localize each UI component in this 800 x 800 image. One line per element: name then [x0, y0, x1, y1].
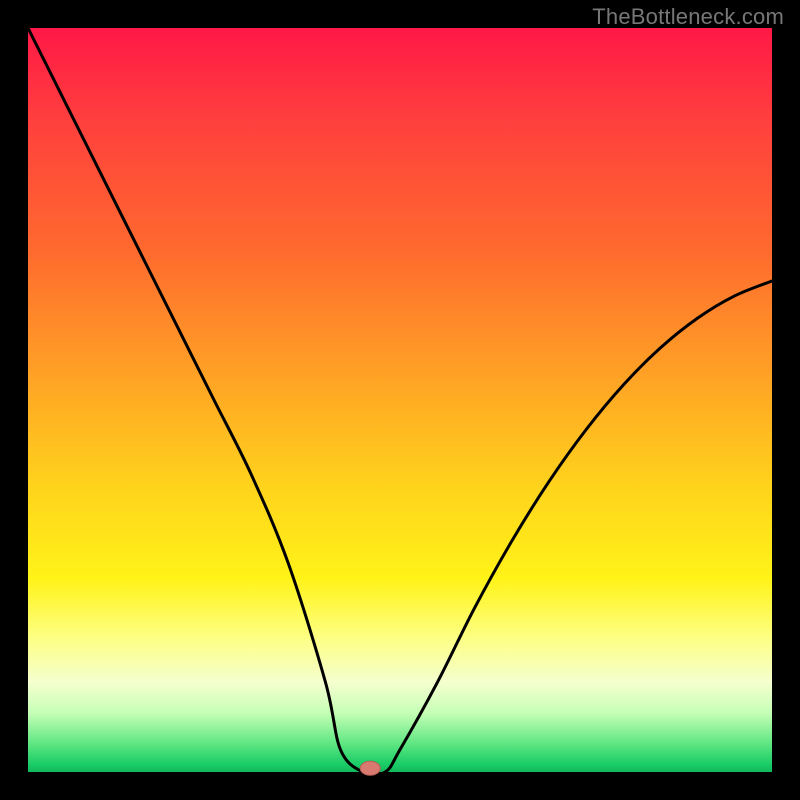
watermark-text: TheBottleneck.com: [592, 4, 784, 30]
plot-area: [28, 28, 772, 772]
chart-frame: TheBottleneck.com: [0, 0, 800, 800]
bottleneck-curve-svg: [28, 28, 772, 772]
bottleneck-curve-line: [28, 28, 772, 775]
optimum-marker: [360, 761, 380, 775]
